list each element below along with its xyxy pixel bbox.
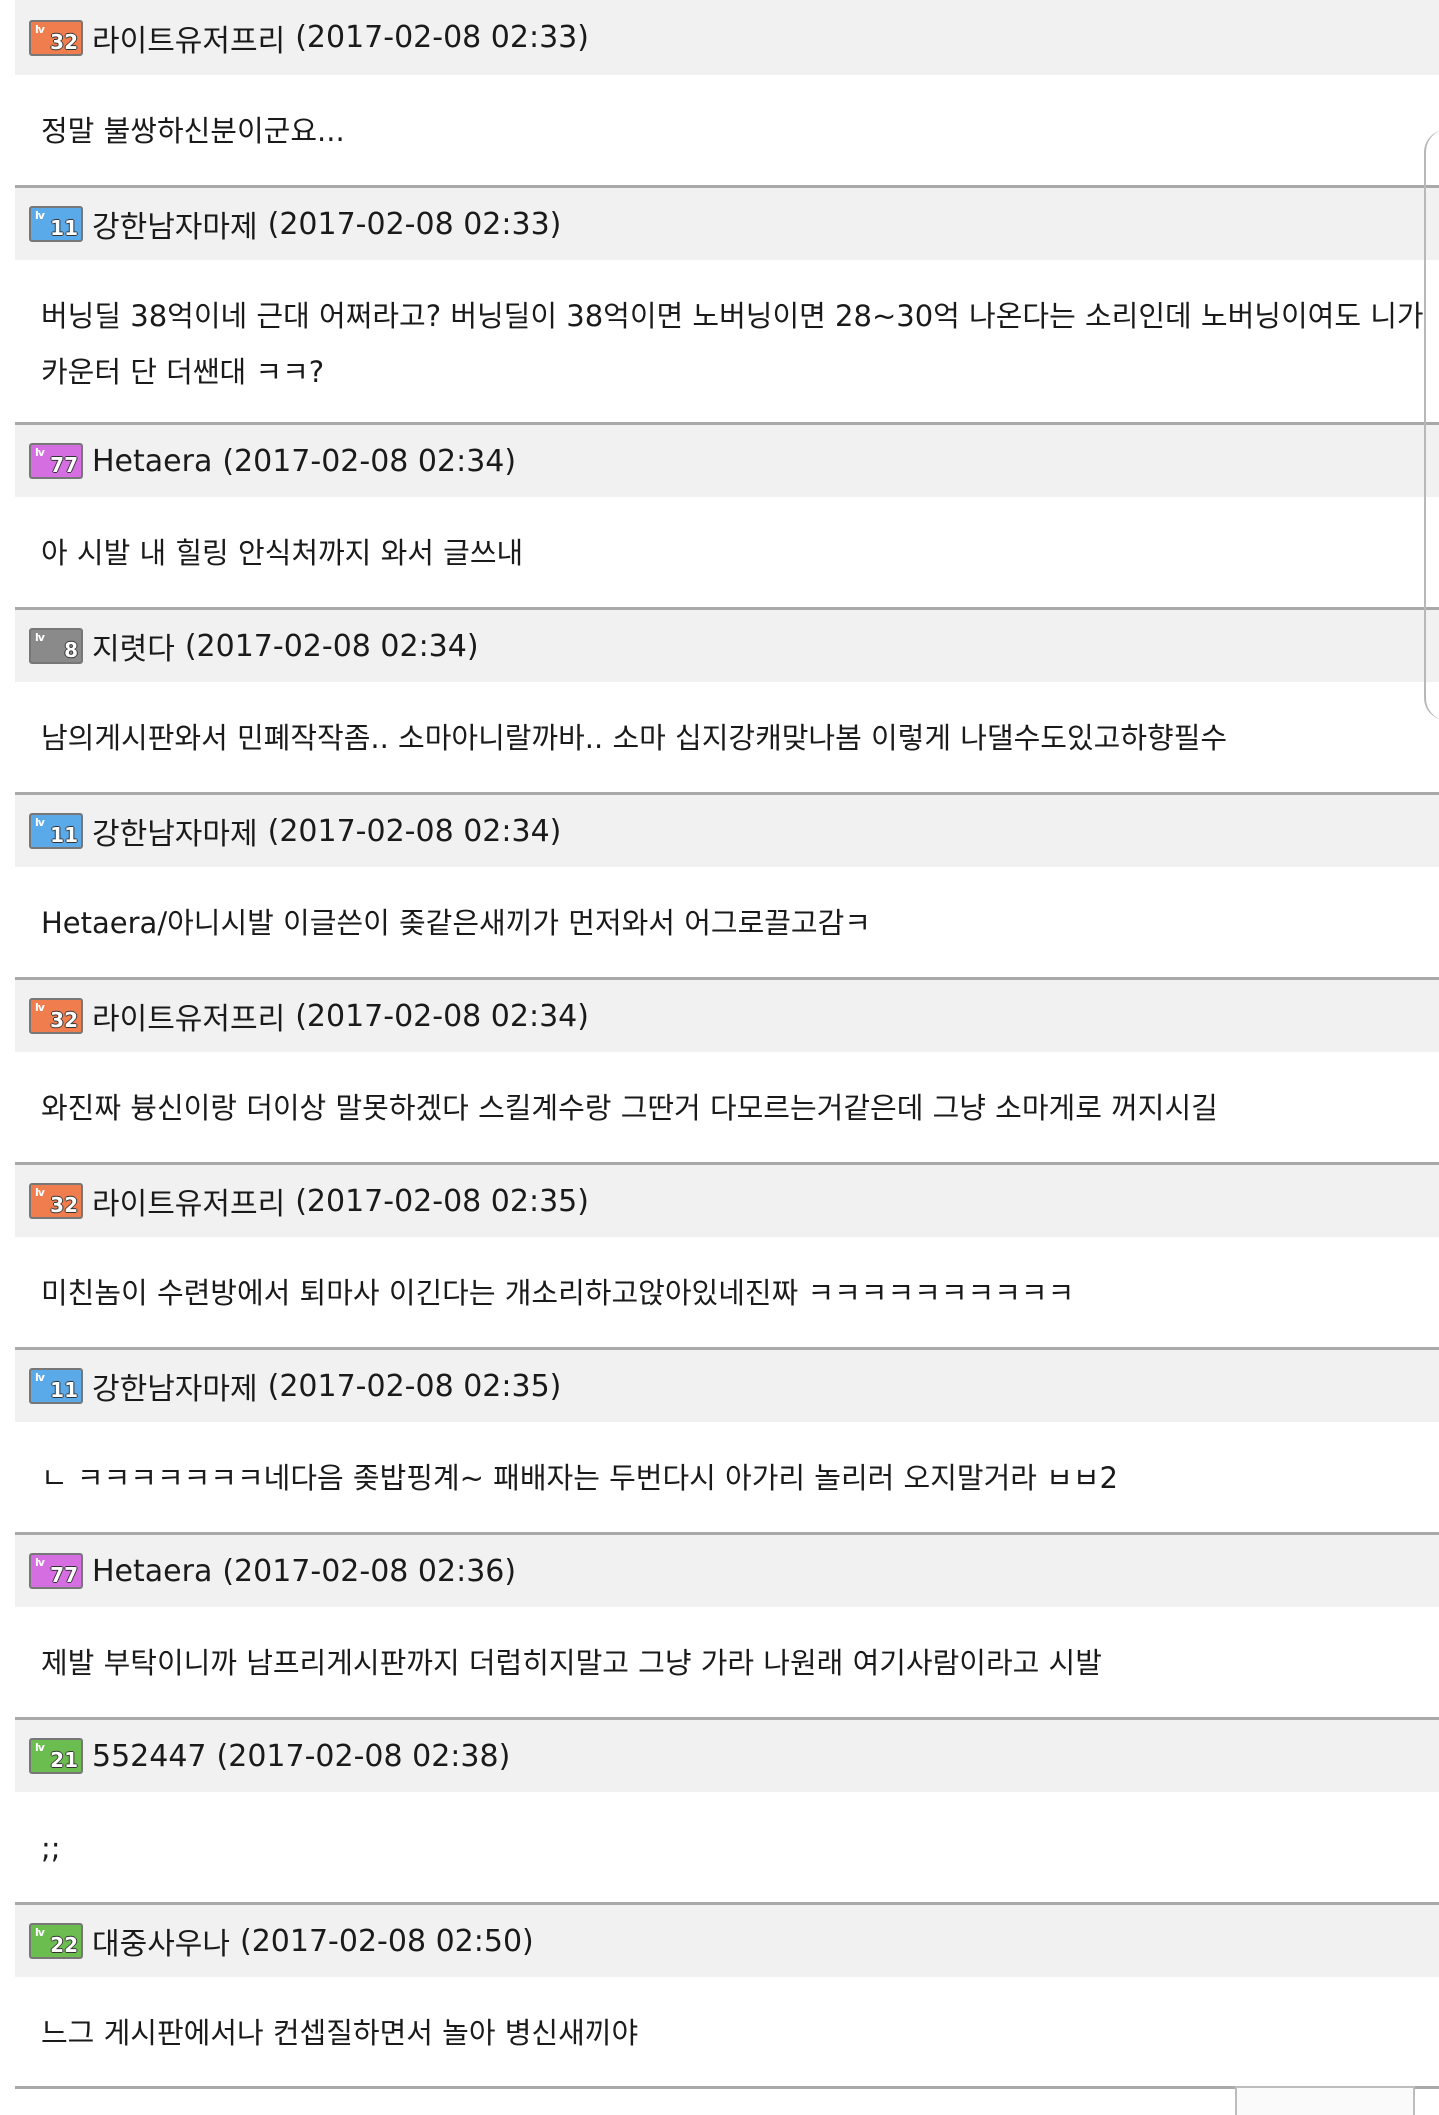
comment-username[interactable]: 552447 (92, 1739, 207, 1774)
comment-timestamp: (2017-02-08 02:35) (267, 1368, 562, 1404)
comment-timestamp: (2017-02-08 02:35) (295, 1183, 589, 1219)
comment-text: 느그 게시판에서나 컨셉질하면서 놀아 병신새끼야 (41, 2016, 639, 2050)
level-badge-icon: lv 11 (29, 813, 83, 849)
comment-viewport: lv 32 라이트유저프리 (2017-02-08 02:33) 정말 불쌍하신… (0, 0, 1439, 2115)
comment-username[interactable]: 라이트유저프리 (92, 994, 285, 1038)
comment-username[interactable]: Hetaera (92, 444, 212, 479)
comment-item: lv 22 대중사우나 (2017-02-08 02:50) 느그 게시판에서나… (15, 1902, 1439, 2087)
level-badge-prefix: lv (35, 1371, 45, 1384)
level-badge-number: 77 (50, 453, 78, 477)
comment-header: lv 11 강한남자마제 (2017-02-08 02:34) (15, 792, 1439, 867)
level-badge-number: 11 (50, 216, 78, 240)
comment-text: ㄴ ㅋㅋㅋㅋㅋㅋㅋ네다음 좆밥핑계~ 패배자는 두번다시 아가리 놀리러 오지말… (41, 1461, 1118, 1495)
level-badge-icon: lv 22 (29, 1923, 83, 1959)
level-badge-icon: lv 8 (29, 628, 83, 664)
level-badge-icon: lv 21 (29, 1738, 83, 1774)
level-badge-number: 77 (50, 1563, 78, 1587)
comment-username[interactable]: 대중사우나 (92, 1919, 230, 1963)
level-badge-icon: lv 32 (29, 1183, 83, 1219)
comment-item: lv 32 라이트유저프리 (2017-02-08 02:35) 미친놈이 수련… (15, 1162, 1439, 1347)
footer-divider (15, 2086, 1439, 2089)
comment-text: 정말 불쌍하신분이군요... (41, 114, 345, 148)
comment-header: lv 21 552447 (2017-02-08 02:38) (15, 1717, 1439, 1792)
comment-text: 버닝딜 38억이네 근대 어쩌라고? 버닝딜이 38억이면 노버닝이면 28~3… (15, 260, 1439, 422)
comment-item: lv 77 Hetaera (2017-02-08 02:36) 제발 부탁이니… (15, 1532, 1439, 1717)
comment-username[interactable]: 라이트유저프리 (92, 1179, 285, 1223)
level-badge-icon: lv 77 (29, 443, 83, 479)
level-badge-prefix: lv (35, 816, 45, 829)
level-badge-icon: lv 11 (29, 206, 83, 242)
level-badge-number: 32 (50, 1193, 78, 1217)
comment-text: 와진짜 븅신이랑 더이상 말못하겠다 스킬계수랑 그딴거 다모르는거같은데 그냥… (41, 1091, 1218, 1125)
comment-item: lv 11 강한남자마제 (2017-02-08 02:35) ㄴ ㅋㅋㅋㅋㅋㅋ… (15, 1347, 1439, 1532)
comment-username[interactable]: 강한남자마제 (92, 1364, 258, 1408)
comment-timestamp: (2017-02-08 02:38) (216, 1738, 511, 1774)
comment-text: 미친놈이 수련방에서 퇴마사 이긴다는 개소리하고앉아있네진짜 ㅋㅋㅋㅋㅋㅋㅋㅋ… (41, 1276, 1075, 1310)
level-badge-number: 22 (50, 1933, 78, 1957)
comment-list: lv 32 라이트유저프리 (2017-02-08 02:33) 정말 불쌍하신… (15, 0, 1439, 2087)
comment-item: lv 21 552447 (2017-02-08 02:38) ;; (15, 1717, 1439, 1902)
level-badge-prefix: lv (35, 1926, 45, 1939)
comment-text: Hetaera/아니시발 이글쓴이 좆같은새끼가 먼저와서 어그로끌고감ㅋ (41, 906, 871, 940)
comment-timestamp: (2017-02-08 02:34) (295, 998, 589, 1034)
level-badge-icon: lv 77 (29, 1553, 83, 1589)
level-badge-icon: lv 11 (29, 1368, 83, 1404)
comment-header: lv 22 대중사우나 (2017-02-08 02:50) (15, 1902, 1439, 1977)
comment-header: lv 77 Hetaera (2017-02-08 02:36) (15, 1532, 1439, 1607)
comment-timestamp: (2017-02-08 02:34) (222, 443, 517, 479)
level-badge-number: 21 (50, 1748, 78, 1772)
comment-timestamp: (2017-02-08 02:36) (222, 1553, 517, 1589)
level-badge-icon: lv 32 (29, 19, 83, 56)
comment-header: lv 77 Hetaera (2017-02-08 02:34) (15, 422, 1439, 497)
comment-item: lv 32 라이트유저프리 (2017-02-08 02:33) 정말 불쌍하신… (15, 0, 1439, 185)
level-badge-prefix: lv (35, 209, 45, 222)
comment-item: lv 8 지렷다 (2017-02-08 02:34) 남의게시판와서 민폐작작… (15, 607, 1439, 792)
comment-username[interactable]: 강한남자마제 (92, 202, 258, 246)
level-badge-icon: lv 32 (29, 998, 83, 1034)
comment-item: lv 11 강한남자마제 (2017-02-08 02:33) 버닝딜 38억이… (15, 185, 1439, 422)
comment-text: 남의게시판와서 민폐작작좀.. 소마아니랄까바.. 소마 십지강캐맞나봄 이렇게… (41, 721, 1228, 755)
level-badge-number: 11 (50, 1378, 78, 1402)
side-panel-frame (1424, 130, 1439, 720)
comment-item: lv 11 강한남자마제 (2017-02-08 02:34) Hetaera/… (15, 792, 1439, 977)
comment-header: lv 11 강한남자마제 (2017-02-08 02:33) (15, 185, 1439, 260)
level-badge-prefix: lv (35, 1001, 45, 1014)
comment-timestamp: (2017-02-08 02:34) (184, 628, 479, 664)
level-badge-number: 8 (64, 638, 78, 662)
comment-text: 아 시발 내 힐링 안식처까지 와서 글쓰내 (41, 536, 524, 570)
level-badge-prefix: lv (35, 1556, 45, 1569)
comment-header: lv 32 라이트유저프리 (2017-02-08 02:33) (15, 0, 1439, 75)
level-badge-number: 32 (50, 1008, 78, 1032)
comment-username[interactable]: 라이트유저프리 (92, 16, 285, 60)
comment-timestamp: (2017-02-08 02:33) (267, 206, 562, 242)
level-badge-prefix: lv (35, 446, 45, 459)
comment-text: ;; (41, 1831, 61, 1865)
comment-text-content: 버닝딜 38억이네 근대 어쩌라고? 버닝딜이 38억이면 노버닝이면 28~3… (41, 299, 1424, 389)
level-badge-prefix: lv (35, 1741, 45, 1754)
level-badge-prefix: lv (35, 22, 45, 36)
comment-item: lv 32 라이트유저프리 (2017-02-08 02:34) 와진짜 븅신이… (15, 977, 1439, 1162)
level-badge-prefix: lv (35, 631, 45, 644)
level-badge-number: 11 (50, 823, 78, 847)
comment-timestamp: (2017-02-08 02:50) (240, 1923, 534, 1959)
footer-button[interactable] (1235, 2086, 1415, 2115)
comment-username[interactable]: 강한남자마제 (92, 809, 258, 853)
comment-header: lv 32 라이트유저프리 (2017-02-08 02:35) (15, 1162, 1439, 1237)
level-badge-prefix: lv (35, 1186, 45, 1199)
level-badge-number: 32 (50, 29, 78, 54)
comment-timestamp: (2017-02-08 02:33) (295, 20, 589, 55)
comment-timestamp: (2017-02-08 02:34) (267, 813, 562, 849)
comment-username[interactable]: 지렷다 (92, 624, 175, 668)
comment-username[interactable]: Hetaera (92, 1554, 212, 1589)
comment-item: lv 77 Hetaera (2017-02-08 02:34) 아 시발 내 … (15, 422, 1439, 607)
comment-header: lv 32 라이트유저프리 (2017-02-08 02:34) (15, 977, 1439, 1052)
comment-header: lv 11 강한남자마제 (2017-02-08 02:35) (15, 1347, 1439, 1422)
comment-text: 제발 부탁이니까 남프리게시판까지 더럽히지말고 그냥 가라 나원래 여기사람이… (41, 1646, 1102, 1680)
comment-header: lv 8 지렷다 (2017-02-08 02:34) (15, 607, 1439, 682)
